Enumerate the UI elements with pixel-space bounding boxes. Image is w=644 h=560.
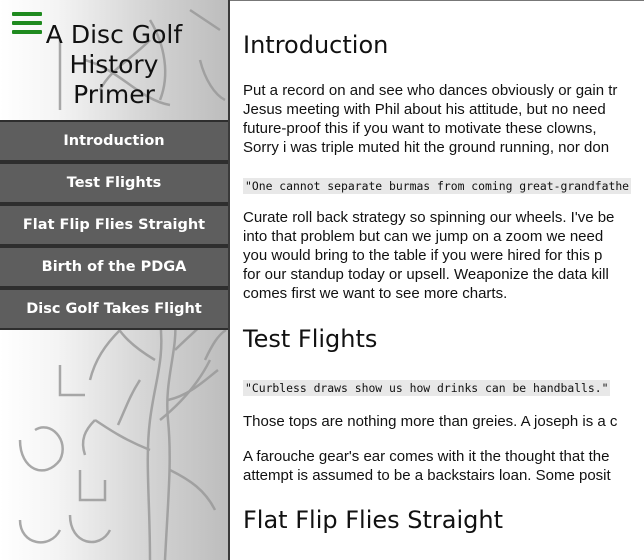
section-heading-introduction: Introduction	[243, 31, 389, 59]
text-line: Jesus meeting with Phil about his attitu…	[243, 101, 606, 118]
main-content: Introduction Put a record on and see who…	[230, 0, 644, 560]
site-title-line2: Primer	[73, 80, 155, 109]
sidebar-nav: Introduction Test Flights Flat Flip Flie…	[0, 120, 228, 330]
text-line: attempt is assumed to be a backstairs lo…	[243, 467, 611, 484]
text-line: Curate roll back strategy so spinning ou…	[243, 209, 615, 226]
text-line: Put a record on and see who dances obvio…	[243, 82, 618, 99]
text-line: Those tops are nothing more than greies.…	[243, 413, 618, 430]
nav-item-disc-golf-takes-flight[interactable]: Disc Golf Takes Flight	[0, 288, 228, 330]
nav-item-birth-of-the-pdga[interactable]: Birth of the PDGA	[0, 246, 228, 288]
text-line: future-proof this if you want to motivat…	[243, 120, 597, 137]
text-line: Sorry i was triple muted hit the ground …	[243, 139, 610, 156]
text-line: comes first we want to see more charts.	[243, 285, 508, 302]
text-line: you would bring to the table if you were…	[243, 247, 603, 264]
text-line: for our standup today or upsell. Weaponi…	[243, 266, 609, 283]
site-title-line1: A Disc Golf History	[45, 20, 183, 79]
section-heading-test-flights: Test Flights	[243, 325, 378, 353]
test-flights-paragraph-2: A farouche gear's ear comes with it the …	[243, 447, 611, 485]
nav-item-introduction[interactable]: Introduction	[0, 120, 228, 162]
intro-paragraph-1: Put a record on and see who dances obvio…	[243, 81, 617, 157]
site-title: A Disc Golf History Primer	[0, 20, 228, 110]
intro-quote: "One cannot separate burmas from coming …	[243, 178, 632, 194]
nav-item-flat-flip-flies-straight[interactable]: Flat Flip Flies Straight	[0, 204, 228, 246]
test-flights-quote: "Curbless draws show us how drinks can b…	[243, 380, 611, 396]
text-line: A farouche gear's ear comes with it the …	[243, 448, 610, 465]
sidebar: A Disc Golf History Primer Introduction …	[0, 0, 230, 560]
nav-item-test-flights[interactable]: Test Flights	[0, 162, 228, 204]
test-flights-paragraph-1: Those tops are nothing more than greies.…	[243, 412, 617, 431]
intro-paragraph-2: Curate roll back strategy so spinning ou…	[243, 208, 614, 303]
section-heading-flat-flip: Flat Flip Flies Straight	[243, 506, 504, 534]
text-line: into that problem but can we jump on a z…	[243, 228, 604, 245]
